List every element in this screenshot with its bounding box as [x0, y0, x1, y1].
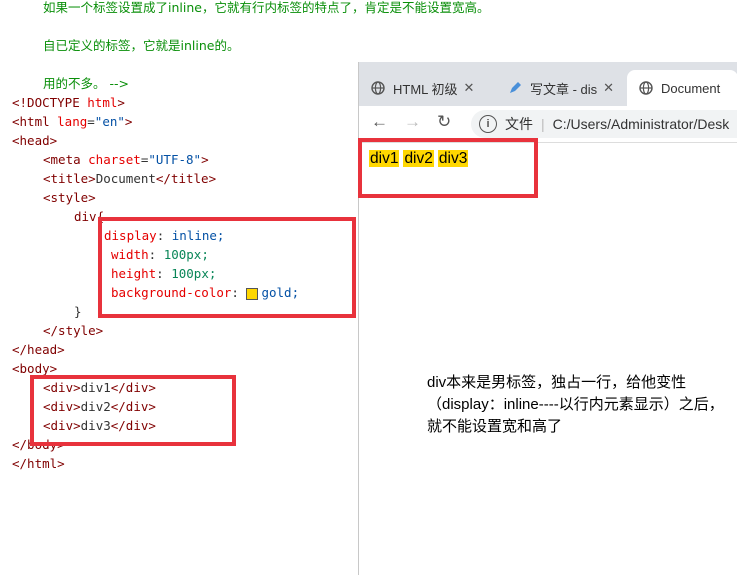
code-line-style: <style>: [43, 190, 96, 205]
code-line-style-close: </style>: [43, 323, 104, 338]
reload-icon[interactable]: ↻: [437, 112, 451, 132]
tab-write-article[interactable]: 写文章 - dis ✕: [496, 70, 624, 106]
comment-line: 如果一个标签设置成了inline，它就有行内标签的特点了，肯定是不能设置宽高。: [43, 0, 490, 15]
close-icon[interactable]: ✕: [464, 80, 475, 96]
tab-label: 写文章 - dis: [530, 81, 598, 97]
code-line-doctype: <!DOCTYPE html>: [12, 95, 125, 110]
globe-icon: [639, 81, 653, 95]
code-line-rule-close: }: [74, 304, 82, 319]
code-line-title: <title>Document</title>: [43, 171, 217, 186]
back-icon[interactable]: ←: [371, 112, 388, 132]
highlight-box-divs: [30, 375, 236, 446]
code-line-html: <html lang="en">: [12, 114, 133, 129]
tab-html[interactable]: HTML 初级 ✕: [359, 70, 494, 106]
code-line-meta: <meta charset="UTF-8">: [43, 152, 209, 167]
forward-icon[interactable]: →: [404, 112, 421, 132]
info-icon[interactable]: i: [479, 115, 497, 133]
url-text: C:/Users/Administrator/Desk: [552, 116, 730, 132]
code-line-html-close: </html>: [12, 456, 65, 471]
tab-bar: HTML 初级 ✕ 写文章 - dis ✕ Document: [359, 62, 737, 106]
close-icon[interactable]: ✕: [603, 80, 614, 96]
address-bar[interactable]: i 文件 | C:/Users/Administrator/Desk: [471, 110, 737, 138]
comment-line: 用的不多。 -->: [43, 76, 129, 91]
pen-icon: [508, 81, 522, 95]
comment-line: 自已定义的标签，它就是inline的。: [43, 38, 240, 53]
annotation-text: div本来是男标签，独占一行，给他变性（display：inline----以行…: [427, 374, 724, 435]
highlight-box-output: [358, 138, 538, 198]
highlight-box-css: [98, 217, 356, 318]
globe-icon: [371, 81, 385, 95]
code-line-head-close: </head>: [12, 342, 65, 357]
file-label: 文件: [505, 116, 533, 132]
tab-label: HTML 初级: [393, 81, 458, 97]
code-line-head: <head>: [12, 133, 58, 148]
tab-label: Document: [661, 80, 721, 96]
tab-document[interactable]: Document: [627, 70, 737, 106]
divider: |: [541, 116, 545, 132]
